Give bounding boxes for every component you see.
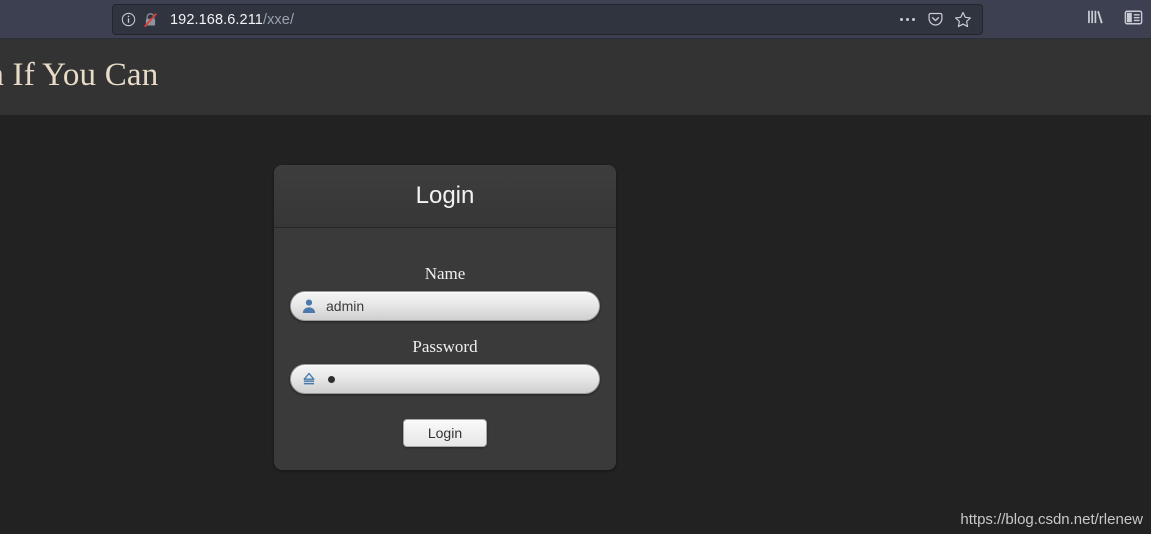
login-form: Name admin Password Login — [274, 228, 616, 447]
address-bar[interactable]: 192.168.6.211/xxe/ — [112, 4, 983, 35]
library-icon[interactable] — [1086, 8, 1105, 26]
insecure-connection-icon[interactable] — [143, 12, 158, 28]
password-input[interactable] — [290, 364, 600, 394]
url-path: /xxe/ — [262, 11, 295, 28]
address-bar-identity-block[interactable] — [113, 12, 158, 28]
padlock-icon — [300, 370, 318, 388]
login-submit-button[interactable]: Login — [403, 419, 487, 447]
login-panel-title: Login — [415, 182, 475, 209]
page-header-band: in If You Can — [0, 39, 1151, 115]
watermark: https://blog.csdn.net/rlenew — [960, 511, 1143, 528]
url-text[interactable]: 192.168.6.211/xxe/ — [170, 12, 294, 28]
login-panel-heading: Login — [274, 165, 616, 228]
info-icon[interactable] — [121, 12, 136, 27]
sidebar-toggle-icon[interactable] — [1124, 9, 1143, 26]
address-bar-actions — [898, 11, 982, 29]
password-masked-character — [328, 375, 335, 383]
page-content: in If You Can Login Name admin Password — [0, 39, 1151, 534]
name-input-value: admin — [326, 298, 365, 314]
chrome-right-actions — [1086, 8, 1143, 26]
password-label: Password — [412, 337, 478, 356]
ellipsis-icon[interactable] — [898, 14, 917, 25]
login-panel: Login Name admin Password Login — [274, 165, 616, 470]
name-input[interactable]: admin — [290, 291, 600, 321]
browser-chrome: 192.168.6.211/xxe/ — [0, 0, 1151, 39]
star-icon[interactable] — [954, 11, 972, 29]
url-host: 192.168.6.211 — [170, 11, 263, 28]
pocket-save-icon[interactable] — [927, 11, 944, 28]
user-icon — [300, 297, 318, 315]
name-label: Name — [424, 264, 466, 283]
page-title: in If You Can — [0, 57, 159, 93]
